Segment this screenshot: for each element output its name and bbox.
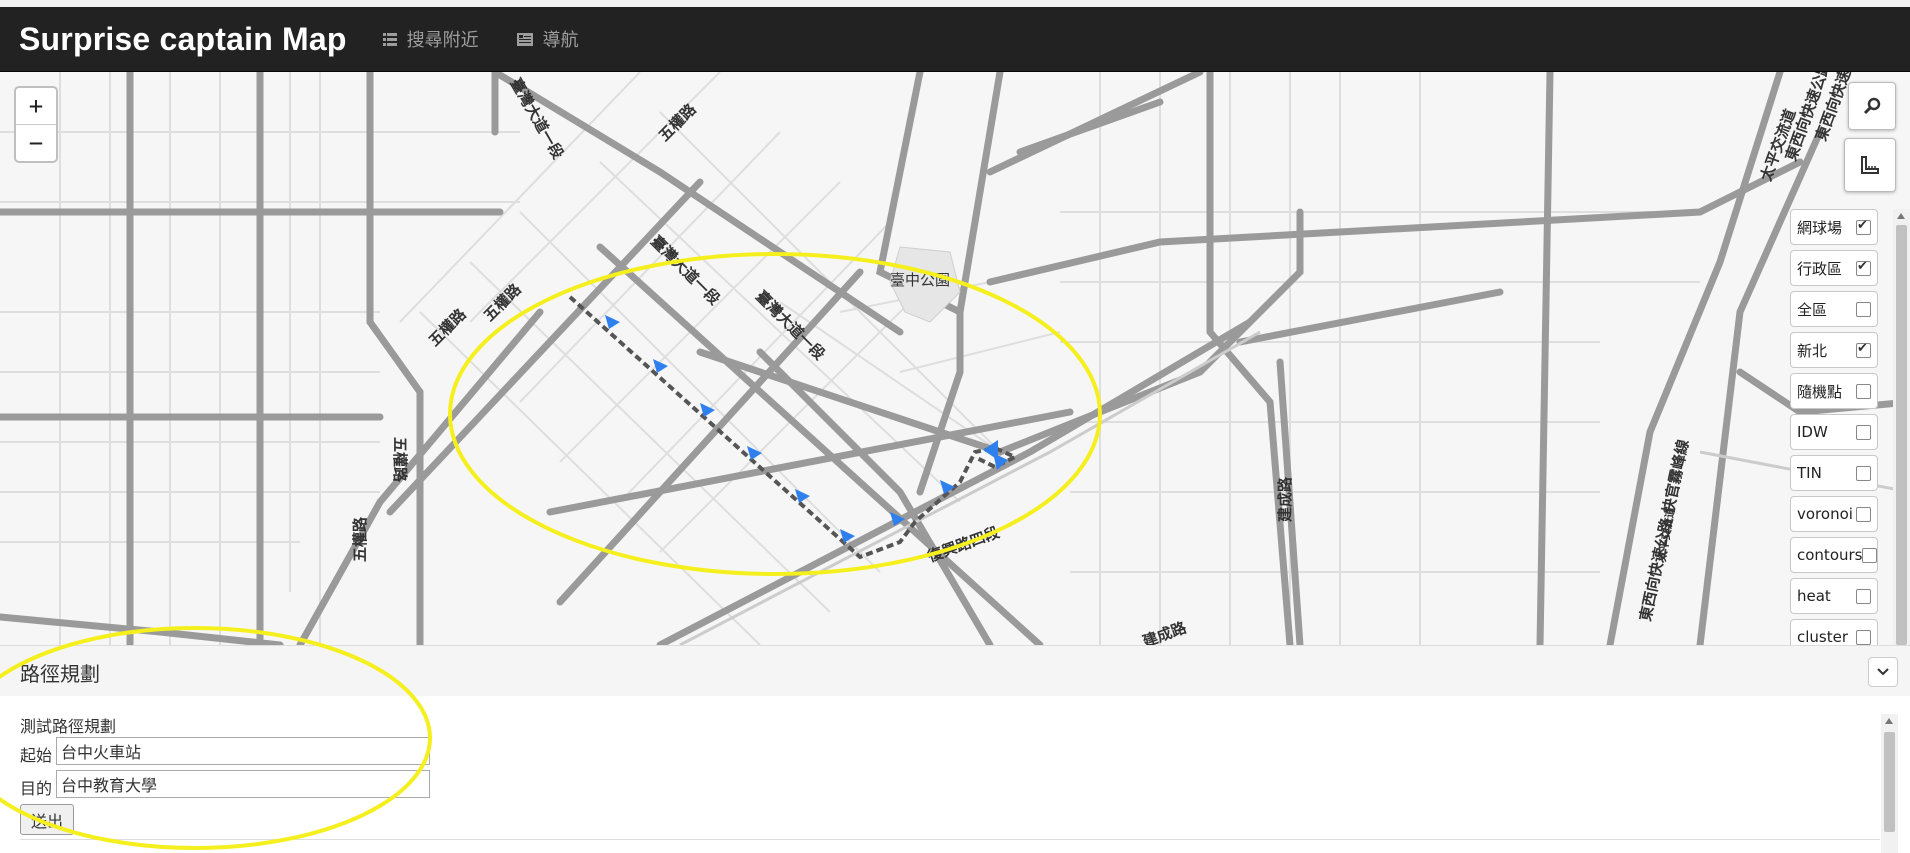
- search-icon: [1863, 97, 1881, 115]
- layer-item[interactable]: 新北: [1790, 332, 1878, 368]
- list-icon: [382, 32, 397, 46]
- layer-checkbox[interactable]: [1856, 301, 1871, 317]
- destination-input[interactable]: [56, 770, 430, 798]
- scroll-up-arrow-icon[interactable]: [1885, 718, 1893, 724]
- nav-search-nearby[interactable]: 搜尋附近: [382, 26, 479, 52]
- layer-checkbox[interactable]: [1856, 218, 1871, 235]
- zoom-control: + −: [14, 86, 58, 163]
- layer-checkbox[interactable]: [1856, 259, 1871, 276]
- nav-navigation[interactable]: 導航: [516, 26, 579, 52]
- layer-item[interactable]: IDW: [1790, 414, 1878, 450]
- submit-button[interactable]: 送出: [20, 804, 75, 835]
- layer-item[interactable]: 隨機點: [1790, 373, 1878, 409]
- start-label: 起始: [20, 746, 53, 765]
- chevron-down-icon: [1877, 668, 1889, 676]
- label-park: 臺中公園: [890, 271, 950, 289]
- layer-label: voronoi: [1797, 505, 1853, 523]
- route-panel-body: 測試路徑規劃 起始 目的 送出: [0, 696, 1910, 853]
- panel-scrollbar[interactable]: [1881, 714, 1898, 853]
- layer-label: TIN: [1797, 464, 1822, 482]
- collapse-button[interactable]: [1868, 657, 1898, 687]
- nav-search-nearby-label: 搜尋附近: [406, 30, 479, 51]
- layer-label: IDW: [1797, 423, 1828, 441]
- layer-checkbox[interactable]: [1856, 629, 1871, 645]
- map-tiles[interactable]: 臺中公園 五權路 五權路 五權路 五權路 五權路 臺灣大道一段 臺灣大道一段 臺…: [0, 72, 1910, 645]
- layer-label: cluster: [1797, 628, 1849, 645]
- layer-label: heat: [1797, 587, 1831, 605]
- layer-item[interactable]: voronoi: [1790, 496, 1878, 532]
- layer-label: 全區: [1797, 300, 1828, 319]
- layer-checkbox[interactable]: [1856, 506, 1871, 522]
- top-strip: [0, 0, 1910, 7]
- navbar: Surprise captain Map 搜尋附近 導航: [0, 7, 1910, 72]
- layer-label: 行政區: [1797, 259, 1843, 278]
- layer-item[interactable]: TIN: [1790, 455, 1878, 491]
- layer-item[interactable]: cluster: [1790, 619, 1878, 645]
- start-input[interactable]: [56, 737, 430, 765]
- route-panel-title: 路徑規劃: [20, 662, 100, 686]
- scroll-up-arrow-icon[interactable]: [1897, 213, 1905, 219]
- destination-label: 目的: [20, 779, 53, 798]
- panel-divider: [20, 839, 1880, 840]
- layer-item[interactable]: heat: [1790, 578, 1878, 614]
- map-view[interactable]: 臺中公園 五權路 五權路 五權路 五權路 五權路 臺灣大道一段 臺灣大道一段 臺…: [0, 72, 1910, 645]
- label-wuquan-4: 五權路: [351, 516, 369, 562]
- route-subtitle: 測試路徑規劃: [20, 717, 117, 736]
- layer-checkbox[interactable]: [1856, 465, 1871, 481]
- layer-label: 隨機點: [1797, 382, 1843, 401]
- layer-item[interactable]: contours: [1790, 537, 1878, 573]
- layer-item[interactable]: 全區: [1790, 291, 1878, 327]
- layer-item[interactable]: 行政區: [1790, 250, 1878, 286]
- map-measure-button[interactable]: [1844, 138, 1896, 192]
- navigation-icon: [516, 32, 533, 46]
- scrollbar-thumb[interactable]: [1896, 225, 1907, 645]
- ruler-icon: [1861, 156, 1879, 174]
- layer-checkbox[interactable]: [1856, 383, 1871, 399]
- layer-label: 網球場: [1797, 218, 1843, 237]
- layer-label: 新北: [1797, 341, 1828, 360]
- layer-scrollbar[interactable]: [1893, 209, 1910, 645]
- layer-checkbox[interactable]: [1856, 588, 1871, 604]
- label-wuquan-v: 五權路: [391, 437, 409, 483]
- layer-checkbox[interactable]: [1862, 547, 1878, 563]
- layer-item[interactable]: 網球場: [1790, 209, 1878, 245]
- layer-label: contours: [1797, 546, 1863, 564]
- route-panel-header[interactable]: 路徑規劃: [0, 645, 1910, 697]
- layer-checkbox[interactable]: [1856, 341, 1871, 358]
- layer-checkbox[interactable]: [1856, 424, 1871, 440]
- nav-navigation-label: 導航: [542, 30, 579, 51]
- scrollbar-thumb[interactable]: [1884, 732, 1895, 832]
- zoom-out-button[interactable]: −: [16, 124, 56, 161]
- layer-control: 網球場行政區全區新北隨機點 IDW TIN voronoi contours heat cl…: [1790, 209, 1908, 645]
- map-search-button[interactable]: [1848, 82, 1896, 130]
- label-jiancheng-1: 建成路: [1276, 476, 1294, 522]
- zoom-in-button[interactable]: +: [16, 88, 56, 124]
- brand-title[interactable]: Surprise captain Map: [19, 21, 347, 58]
